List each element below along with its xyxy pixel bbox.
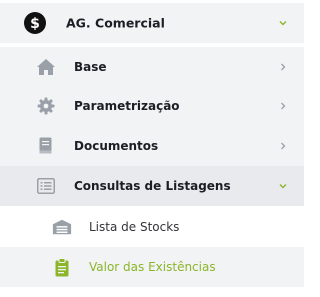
svg-text:$: $ [30, 16, 40, 32]
chevron-right-icon [278, 101, 288, 111]
menu-item-label: Valor das Existências [89, 260, 216, 274]
menu-item-label: Base [74, 60, 107, 74]
menu-item-label: Documentos [74, 139, 159, 153]
home-icon [36, 57, 56, 77]
gear-icon [36, 96, 56, 116]
menu-item-label: AG. Comercial [66, 15, 165, 31]
document-icon [36, 136, 56, 156]
menu-item-ag-comercial[interactable]: $ AG. Comercial [0, 3, 304, 43]
chevron-right-icon [278, 62, 288, 72]
menu-subitem-lista-de-stocks[interactable]: Lista de Stocks [0, 207, 304, 247]
menu-item-parametrizacao[interactable]: Parametrização [0, 86, 304, 126]
warehouse-icon [52, 217, 72, 237]
menu-item-documentos[interactable]: Documentos [0, 126, 304, 166]
menu-item-label: Consultas de Listagens [74, 179, 231, 193]
dollar-circle-icon: $ [24, 12, 46, 34]
chevron-right-icon [278, 141, 288, 151]
chevron-down-icon [278, 181, 288, 191]
menu-subitem-valor-das-existencias[interactable]: Valor das Existências [0, 247, 304, 287]
sidebar-menu: $ AG. Comercial Base Parametrização Docu… [0, 0, 310, 297]
menu-item-base[interactable]: Base [0, 47, 304, 87]
menu-item-label: Parametrização [74, 99, 180, 113]
chevron-down-icon [278, 18, 288, 28]
list-icon [36, 176, 56, 196]
menu-item-label: Lista de Stocks [89, 220, 180, 234]
menu-item-consultas-de-listagens[interactable]: Consultas de Listagens [0, 166, 304, 206]
clipboard-icon [52, 257, 72, 277]
